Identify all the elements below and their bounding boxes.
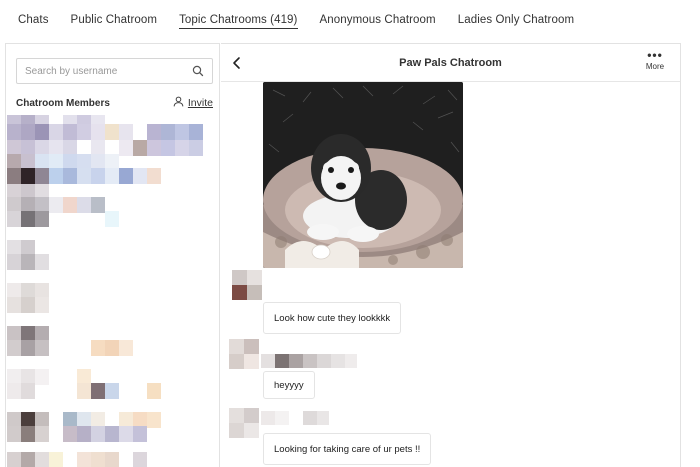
member-row[interactable] xyxy=(7,426,177,442)
more-label: More xyxy=(645,62,665,71)
tab-ladies-only-chatroom[interactable]: Ladies Only Chatroom xyxy=(458,14,574,28)
members-sidebar: Chatroom Members Invite xyxy=(5,43,220,467)
invite-button[interactable]: Invite xyxy=(173,96,213,110)
members-title: Chatroom Members xyxy=(16,97,110,109)
invite-label: Invite xyxy=(187,97,213,109)
avatar[interactable] xyxy=(229,408,259,438)
top-nav: Chats Public Chatroom Topic Chatrooms (4… xyxy=(0,0,700,42)
chat-panel: Paw Pals Chatroom ••• More Look how cute… xyxy=(221,43,681,467)
search-icon[interactable] xyxy=(192,65,204,77)
members-header: Chatroom Members Invite xyxy=(16,96,213,110)
avatar[interactable] xyxy=(232,270,262,300)
tab-anonymous-chatroom[interactable]: Anonymous Chatroom xyxy=(320,14,436,28)
message-bubble: Looking for taking care of ur pets !! xyxy=(263,433,432,465)
member-row[interactable] xyxy=(7,452,177,467)
sender-name xyxy=(261,354,357,368)
search-input[interactable] xyxy=(25,65,192,77)
member-row[interactable] xyxy=(7,211,127,227)
puppy-photo-image xyxy=(263,82,463,268)
chat-title: Paw Pals Chatroom xyxy=(399,57,502,69)
more-button[interactable]: ••• More xyxy=(642,48,668,71)
member-row[interactable] xyxy=(7,383,177,399)
message-bubble: Look how cute they lookkkk xyxy=(263,302,402,334)
member-row[interactable] xyxy=(7,254,67,270)
member-row[interactable] xyxy=(7,124,207,140)
message-bubble: heyyyy xyxy=(263,371,315,399)
tab-topic-chatrooms[interactable]: Topic Chatrooms (419) xyxy=(179,14,298,29)
sender-name xyxy=(261,411,331,425)
member-row[interactable] xyxy=(7,168,207,184)
search-box xyxy=(16,58,213,84)
avatar[interactable] xyxy=(229,339,259,369)
shared-photo[interactable] xyxy=(263,82,463,268)
tab-chats[interactable]: Chats xyxy=(18,14,49,28)
more-dots-icon: ••• xyxy=(647,48,663,62)
person-icon xyxy=(173,96,184,110)
tab-public-chatroom[interactable]: Public Chatroom xyxy=(71,14,158,28)
chat-header: Paw Pals Chatroom ••• More xyxy=(221,44,680,82)
member-row[interactable] xyxy=(7,297,67,313)
member-row[interactable] xyxy=(7,340,147,356)
